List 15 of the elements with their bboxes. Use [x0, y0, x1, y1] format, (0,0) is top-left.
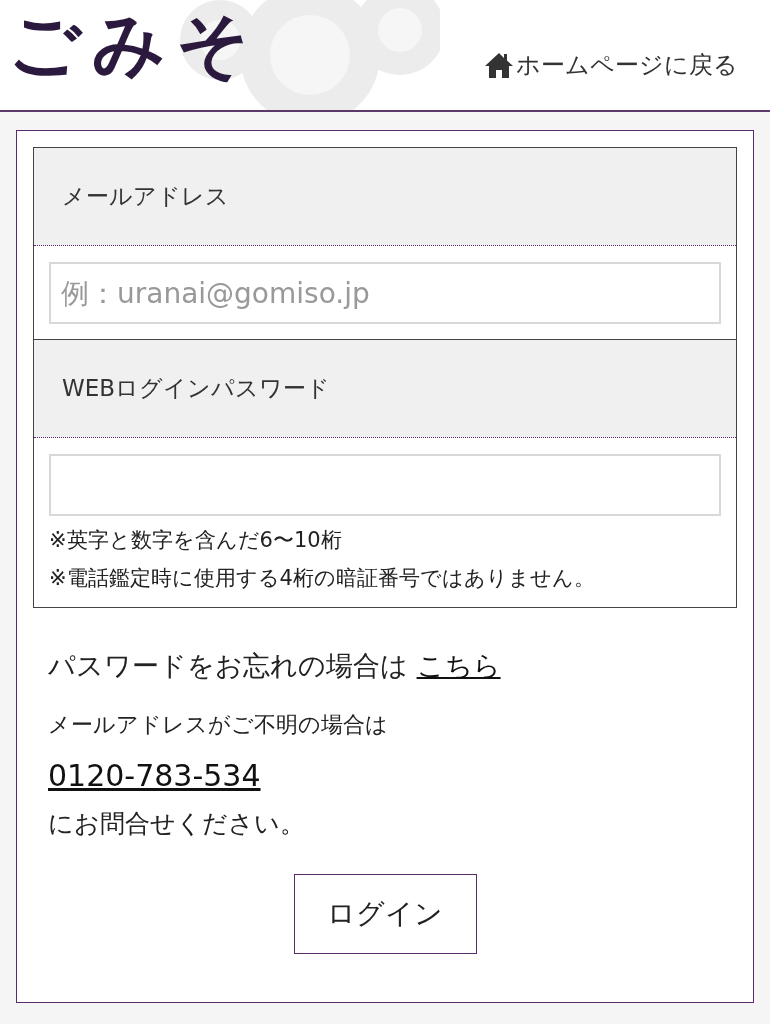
forgot-link[interactable]: こちら — [416, 650, 501, 681]
home-icon — [484, 51, 514, 79]
site-logo: ごみそ — [8, 0, 260, 88]
login-button[interactable]: ログイン — [293, 874, 477, 954]
unknown-email-text: メールアドレスがご不明の場合は — [48, 711, 389, 739]
forgot-text: パスワードをお忘れの場合は — [48, 650, 408, 681]
password-field[interactable] — [49, 454, 721, 516]
note-text: ※英字と数字を含んだ6〜10桁 — [49, 527, 343, 554]
phone-link[interactable]: 0120-783-534 — [48, 758, 261, 793]
home-link[interactable]: ホームページに戻る — [484, 49, 738, 81]
email-field[interactable]: 例：uranai@gomiso.jp — [49, 262, 721, 324]
field-label: メールアドレス — [62, 182, 229, 211]
field-label: WEBログインパスワード — [62, 374, 331, 403]
note-text: ※電話鑑定時に使用する4桁の暗証番号ではありません。 — [49, 565, 596, 592]
contact-text: にお問合せください。 — [48, 808, 306, 840]
